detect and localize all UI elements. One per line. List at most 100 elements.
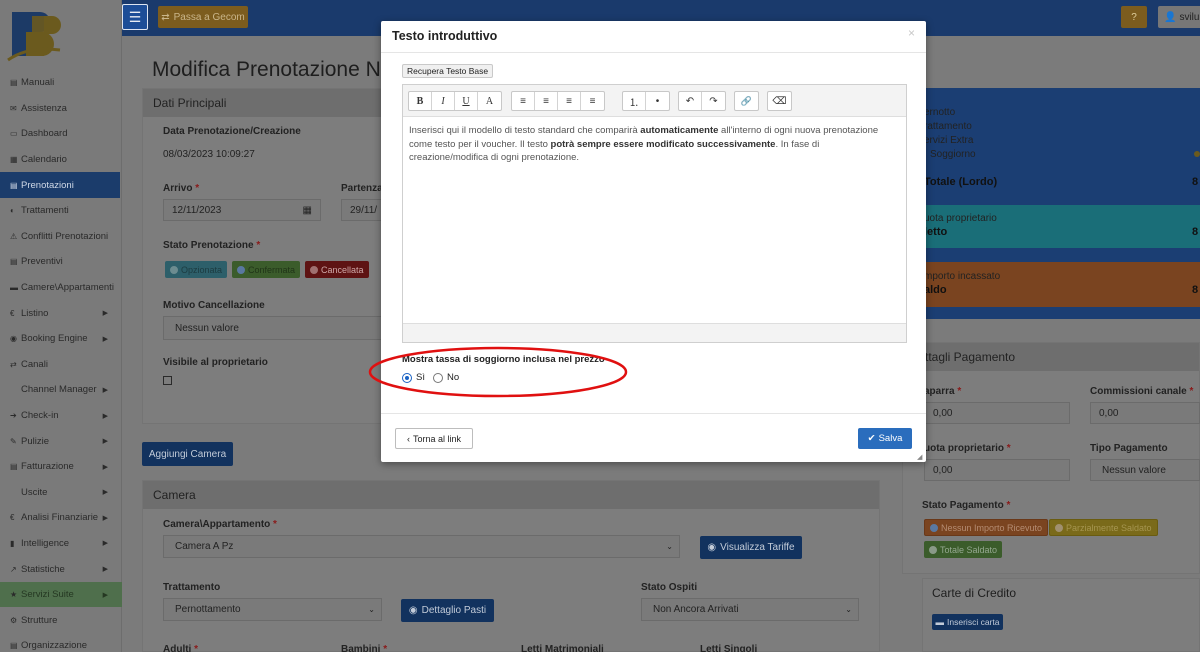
totale-lordo-label: Totale (Lordo) (924, 176, 998, 188)
italic-button[interactable]: I (432, 92, 455, 110)
sidebar-item-preventivi[interactable]: ▤ Preventivi (0, 249, 122, 275)
sidebar-item-icon: ⚙ (10, 615, 18, 625)
link-icon[interactable]: 🔗 (735, 92, 758, 110)
close-icon[interactable]: × (908, 26, 915, 40)
stato-nessun-importo-tag[interactable]: Nessun Importo Ricevuto (924, 519, 1049, 536)
caret-right-icon: ▶ (102, 566, 108, 574)
stato-confermata-tag[interactable]: Confermata (232, 261, 301, 278)
dettaglio-pasti-button[interactable]: ◉ Dettaglio Pasti (401, 599, 494, 622)
unordered-list-icon[interactable]: • (646, 92, 669, 110)
visualizza-tariffe-button[interactable]: ◉ Visualizza Tariffe (700, 536, 802, 559)
sidebar-item-calendario[interactable]: ▦ Calendario (0, 147, 122, 173)
inserisci-carta-button[interactable]: ▬ Inserisci carta (932, 614, 1003, 630)
arrivo-date-input[interactable]: 12/11/2023 ▦ (163, 199, 321, 221)
sidebar-item-assistenza[interactable]: ✉ Assistenza (0, 96, 122, 122)
camera-label: Camera\Appartamento * (163, 519, 277, 530)
caret-right-icon: ▶ (102, 591, 108, 599)
quota-input[interactable]: 0,00 (924, 459, 1070, 481)
justify-icon[interactable]: ≡ (581, 92, 604, 110)
stato-totale-saldato-tag[interactable]: Totale Saldato (924, 541, 1003, 558)
sidebar-item-manuali[interactable]: ▤ Manuali (0, 70, 122, 96)
calendar-icon[interactable]: ▦ (303, 205, 312, 216)
sidebar-item-fatturazione[interactable]: ▤ Fatturazione ▶ (0, 454, 122, 480)
undo-icon[interactable]: ↶ (679, 92, 702, 110)
help-button[interactable]: ? (1121, 6, 1147, 28)
font-color-button[interactable]: A (478, 92, 501, 110)
partenza-date-input[interactable]: 29/11/ (341, 199, 382, 221)
sidebar-item-intelligence[interactable]: ▮ Intelligence ▶ (0, 531, 122, 557)
sidebar-item-strutture[interactable]: ⚙ Strutture (0, 607, 122, 633)
redo-icon[interactable]: ↷ (702, 92, 725, 110)
sidebar-item-trattamenti[interactable]: ◐ Trattamenti (0, 198, 122, 224)
caparra-input[interactable]: 0,00 (924, 402, 1070, 424)
hamburger-icon: ☰ (128, 8, 142, 25)
motivo-cancellazione-select[interactable]: Nessun valore (163, 316, 382, 340)
bambini-label: Bambini * (341, 644, 388, 652)
resize-handle-icon[interactable]: ◢ (917, 453, 922, 461)
sidebar-item-label: Pulizie (21, 435, 49, 447)
camera-heading: Camera (143, 481, 879, 509)
visibile-proprietario-checkbox[interactable] (163, 376, 172, 385)
letti-singoli-label: Letti Singoli (700, 644, 758, 652)
sidebar-item-channel-manager[interactable]: Channel Manager ▶ (0, 377, 122, 403)
editor-content[interactable]: Inserisci qui il modello di testo standa… (409, 124, 899, 165)
chevron-down-icon: ⌄ (845, 605, 852, 614)
swap-icon: ⇄ (161, 11, 170, 23)
sidebar-item-booking-engine[interactable]: ◉ Booking Engine ▶ (0, 326, 122, 352)
camera-select[interactable]: Camera A Pz ⌄ (163, 535, 680, 558)
sidebar-item-label: Canali (21, 358, 48, 370)
sidebar-nav: ▤ Manuali ✉ Assistenza ▭ Dashboard ▦ Calendario… (0, 70, 122, 652)
soggiorno-label: Soggiorno (930, 149, 976, 160)
underline-button[interactable]: U (455, 92, 478, 110)
sidebar-item-icon: ★ (10, 590, 18, 600)
tipo-pagamento-label: Tipo Pagamento (1090, 443, 1168, 454)
sidebar-item-servizi-suite[interactable]: ★ Servizi Suite ▶ (0, 581, 122, 608)
servizi-extra-label: ervizi Extra (924, 135, 974, 146)
data-prenotazione-value: 08/03/2023 10:09:27 (163, 149, 255, 160)
eraser-icon[interactable]: ⌫ (768, 92, 791, 110)
sidebar-item-icon: € (10, 308, 15, 318)
sidebar-item-label: Organizzazione (21, 640, 88, 652)
sidebar-item-label: Preventivi (21, 256, 63, 268)
testo-introduttivo-modal: Testo introduttivo × Recupera Testo Base… (368, 21, 926, 462)
sidebar-item-pulizie[interactable]: ✎ Pulizie ▶ (0, 428, 122, 454)
sidebar-item-icon: ⇄ (10, 359, 17, 369)
sidebar-item-canali[interactable]: ⇄ Canali (0, 352, 122, 378)
sidebar-item-listino[interactable]: € Listino ▶ (0, 300, 122, 326)
stato-cancellata-tag[interactable]: Cancellata (305, 261, 369, 278)
stato-parzialmente-saldato-tag[interactable]: Parzialmente Saldato (1049, 519, 1158, 536)
caret-right-icon: ▶ (102, 335, 108, 343)
stato-ospiti-select[interactable]: Non Ancora Arrivati ⌄ (641, 598, 859, 621)
align-left-icon[interactable]: ≡ (512, 92, 535, 110)
sidebar-item-check-in[interactable]: ➔ Check-in ▶ (0, 403, 122, 429)
visibile-proprietario-label: Visibile al proprietario (163, 357, 268, 368)
ordered-list-icon[interactable]: ⒈ (623, 92, 646, 110)
user-menu-button[interactable]: 👤sviluppo (1158, 6, 1200, 28)
sidebar-item-camere-appartamenti[interactable]: ▬ Camere\Appartamenti (0, 275, 122, 301)
sidebar-item-icon: ▦ (10, 155, 18, 165)
commissioni-label: Commissioni canale * (1090, 386, 1194, 397)
sidebar-item-statistiche[interactable]: ↗ Statistiche ▶ (0, 556, 122, 582)
sidebar-item-conflitti-prenotazioni[interactable]: ⚠ Conflitti Prenotazioni (0, 224, 122, 250)
recupera-testo-base-button[interactable]: Recupera Testo Base (402, 64, 494, 78)
align-center-icon[interactable]: ≡ (535, 92, 558, 110)
passa-a-gecom-button[interactable]: ⇄ Passa a Gecom (158, 6, 248, 28)
menu-toggle-button[interactable]: ☰ (122, 4, 148, 30)
bold-button[interactable]: B (409, 92, 432, 110)
align-right-icon[interactable]: ≡ (558, 92, 581, 110)
sidebar-item-dashboard[interactable]: ▭ Dashboard (0, 121, 122, 147)
trattamento-select[interactable]: Pernottamento ⌄ (163, 598, 382, 621)
aggiungi-camera-button[interactable]: Aggiungi Camera (142, 442, 233, 466)
dettagli-pagamento-panel: ttagli Pagamento (902, 342, 1200, 574)
pernotto-label: ernotto (924, 107, 956, 118)
tipo-pagamento-select[interactable]: Nessun valore (1090, 459, 1200, 481)
sidebar-item-prenotazioni[interactable]: ▤ Prenotazioni (0, 172, 120, 198)
sidebar-item-uscite[interactable]: Uscite ▶ (0, 480, 122, 506)
commissioni-input[interactable]: 0,00 (1090, 402, 1200, 424)
sidebar-item-analisi-finanziarie[interactable]: € Analisi Finanziarie ▶ (0, 505, 122, 531)
salva-button[interactable]: ✔ Salva (858, 428, 912, 449)
motivo-cancellazione-label: Motivo Cancellazione (163, 300, 265, 311)
torna-al-link-button[interactable]: ‹ Torna al link (395, 428, 473, 449)
sidebar-item-organizzazione[interactable]: ▤ Organizzazione (0, 633, 122, 652)
stato-opzionata-tag[interactable]: Opzionata (165, 261, 228, 278)
